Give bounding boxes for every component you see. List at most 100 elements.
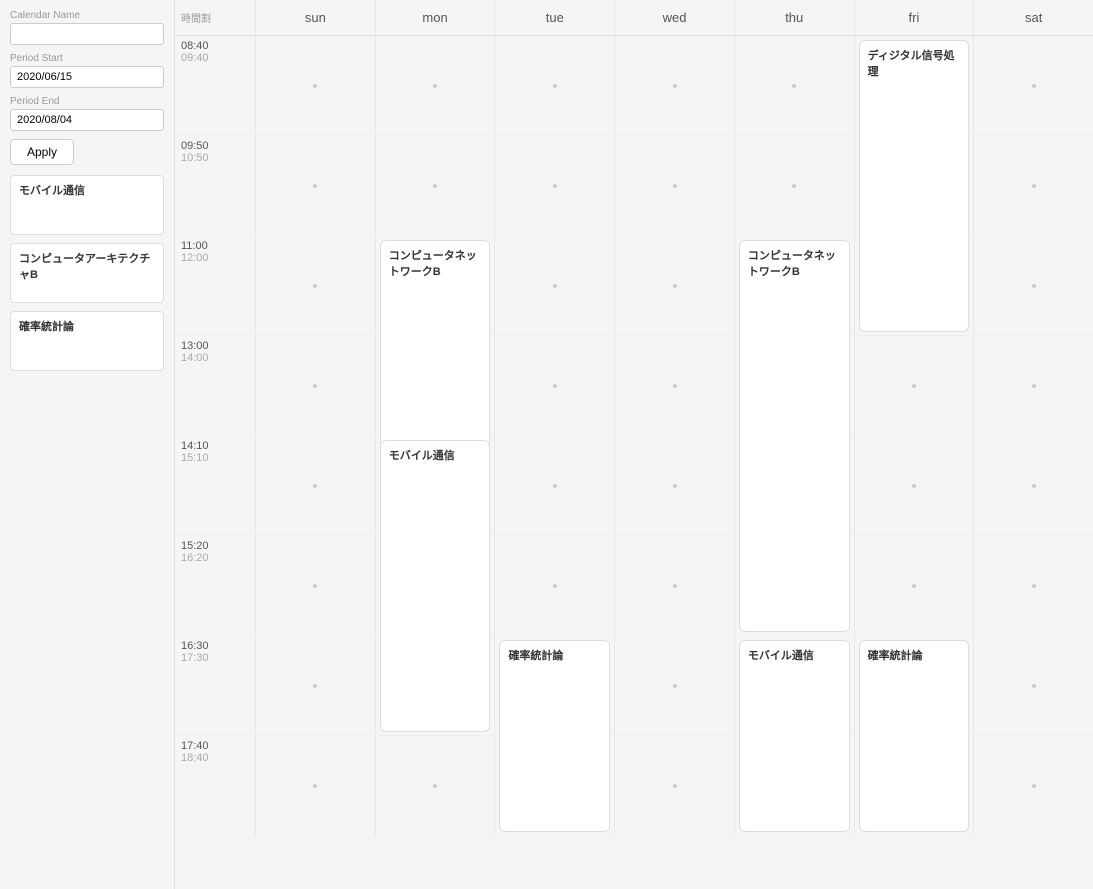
sidebar-courses: モバイル通信コンピュータアーキテクチャB確率統計論	[10, 175, 164, 371]
time-slot-2: 11:0012:00	[175, 236, 255, 336]
day-cell[interactable]	[495, 436, 614, 536]
day-cell[interactable]	[974, 636, 1093, 736]
day-cell[interactable]	[615, 336, 734, 436]
day-cell[interactable]	[256, 336, 375, 436]
calendar-header: 時間割 sunmontuewedthufrisat	[175, 0, 1093, 36]
cell-dot	[313, 684, 317, 688]
cell-dot	[313, 784, 317, 788]
day-cell[interactable]	[495, 36, 614, 136]
day-cell[interactable]	[974, 236, 1093, 336]
day-header-sun: sun	[255, 0, 375, 35]
event-card[interactable]: 確率統計論	[859, 640, 970, 832]
day-cell[interactable]	[376, 36, 495, 136]
day-cell[interactable]	[615, 736, 734, 836]
cell-dot	[1032, 584, 1036, 588]
cell-dot	[313, 484, 317, 488]
day-cell[interactable]	[855, 336, 974, 436]
cell-dot	[1032, 84, 1036, 88]
cell-dot	[313, 584, 317, 588]
day-cell[interactable]	[615, 636, 734, 736]
day-cell[interactable]	[495, 536, 614, 636]
cell-dot	[673, 484, 677, 488]
day-cell[interactable]	[256, 36, 375, 136]
day-cell[interactable]	[376, 736, 495, 836]
event-card[interactable]: モバイル通信	[739, 640, 850, 832]
day-cell[interactable]	[974, 36, 1093, 136]
day-header-fri: fri	[854, 0, 974, 35]
apply-button[interactable]: Apply	[10, 139, 74, 165]
day-header-sat: sat	[973, 0, 1093, 35]
day-cell[interactable]	[735, 36, 854, 136]
app-container: Calendar Name Period Start Period End Ap…	[0, 0, 1093, 889]
day-header-wed: wed	[614, 0, 734, 35]
day-cell[interactable]	[974, 436, 1093, 536]
day-cell[interactable]	[974, 136, 1093, 236]
time-slot-6: 16:3017:30	[175, 636, 255, 736]
cell-dot	[912, 484, 916, 488]
day-cell[interactable]	[495, 136, 614, 236]
event-card[interactable]: 確率統計論	[499, 640, 610, 832]
cell-dot	[553, 184, 557, 188]
day-cell[interactable]	[256, 536, 375, 636]
cell-dot	[673, 584, 677, 588]
cell-dot	[673, 384, 677, 388]
time-col-header: 時間割	[175, 0, 255, 35]
event-card[interactable]: ディジタル信号処理	[859, 40, 970, 332]
cell-dot	[673, 84, 677, 88]
day-cell[interactable]	[974, 536, 1093, 636]
period-end-input[interactable]	[10, 109, 164, 131]
sidebar-course-item: 確率統計論	[10, 311, 164, 371]
time-slot-4: 14:1015:10	[175, 436, 255, 536]
cell-dot	[1032, 384, 1036, 388]
day-cell[interactable]	[256, 136, 375, 236]
sidebar-course-item: コンピュータアーキテクチャB	[10, 243, 164, 303]
day-cell[interactable]	[256, 236, 375, 336]
day-cell[interactable]	[855, 436, 974, 536]
day-col-sat	[973, 36, 1093, 836]
day-cell[interactable]	[974, 336, 1093, 436]
day-col-mon: コンピュータネットワークBモバイル通信	[375, 36, 495, 836]
period-start-input[interactable]	[10, 66, 164, 88]
day-col-sun	[255, 36, 375, 836]
day-header-thu: thu	[734, 0, 854, 35]
cell-dot	[553, 284, 557, 288]
time-slot-1: 09:5010:50	[175, 136, 255, 236]
cell-dot	[792, 184, 796, 188]
day-col-fri: ディジタル信号処理確率統計論	[854, 36, 974, 836]
day-cell[interactable]	[495, 336, 614, 436]
cell-dot	[673, 284, 677, 288]
cell-dot	[553, 584, 557, 588]
cell-dot	[912, 384, 916, 388]
day-cell[interactable]	[615, 36, 734, 136]
day-cell[interactable]	[855, 536, 974, 636]
cell-dot	[433, 784, 437, 788]
day-cell[interactable]	[615, 436, 734, 536]
day-cell[interactable]	[974, 736, 1093, 836]
cell-dot	[673, 184, 677, 188]
cell-dot	[1032, 484, 1036, 488]
calendar-body: 08:4009:4009:5010:5011:0012:0013:0014:00…	[175, 36, 1093, 836]
day-cell[interactable]	[256, 636, 375, 736]
period-end-label: Period End	[10, 96, 164, 107]
day-cell[interactable]	[615, 236, 734, 336]
day-cell[interactable]	[256, 436, 375, 536]
cell-dot	[673, 784, 677, 788]
event-card[interactable]: モバイル通信	[380, 440, 491, 732]
cell-dot	[433, 84, 437, 88]
day-cell[interactable]	[495, 236, 614, 336]
time-slot-0: 08:4009:40	[175, 36, 255, 136]
cell-dot	[792, 84, 796, 88]
day-col-tue: 確率統計論	[494, 36, 614, 836]
day-cell[interactable]	[376, 136, 495, 236]
cell-dot	[1032, 184, 1036, 188]
period-start-label: Period Start	[10, 53, 164, 64]
calendar-name-input[interactable]	[10, 23, 164, 45]
day-cell[interactable]	[256, 736, 375, 836]
day-cell[interactable]	[615, 536, 734, 636]
cell-dot	[1032, 784, 1036, 788]
day-cell[interactable]	[615, 136, 734, 236]
event-card[interactable]: コンピュータネットワークB	[739, 240, 850, 632]
cell-dot	[313, 184, 317, 188]
day-header-mon: mon	[375, 0, 495, 35]
day-cell[interactable]	[735, 136, 854, 236]
